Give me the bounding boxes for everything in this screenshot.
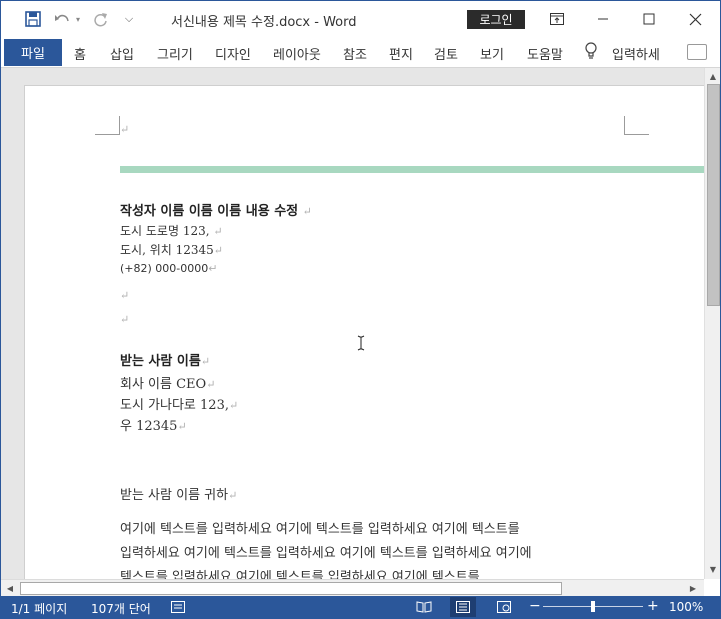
save-icon[interactable] xyxy=(23,9,43,29)
sender-name: 작성자 이름 이름 이름 내용 수정 ↵ xyxy=(120,204,312,219)
document-title: 서신내용 제목 수정.docx - Word xyxy=(171,15,357,30)
word-window: ▾ ⌵ 서신내용 제목 수정.docx - Word 로그인 파일 홈 삽입 그… xyxy=(0,0,721,619)
undo-icon[interactable] xyxy=(53,9,71,29)
vertical-scrollbar[interactable]: ▲ ▼ xyxy=(704,68,720,579)
tab-help[interactable]: 도움말 xyxy=(527,44,563,63)
tab-layout[interactable]: 레이아웃 xyxy=(273,44,321,63)
document-page[interactable]: ↵ 작성자 이름 이름 이름 내용 수정 ↵ 도시 도로명 123, ↵ 도시,… xyxy=(24,85,704,579)
body-line-1: 여기에 텍스트를 입력하세요 여기에 텍스트를 입력하세요 여기에 텍스트를 xyxy=(120,522,520,537)
zoom-in-button[interactable]: + xyxy=(647,598,659,614)
ribbon-display-options-icon[interactable] xyxy=(537,7,577,31)
margin-mark-right xyxy=(624,116,649,135)
tab-mailings[interactable]: 편지 xyxy=(389,44,413,63)
paragraph-mark: ↵ xyxy=(120,289,130,302)
minimize-icon[interactable] xyxy=(583,7,623,31)
customize-qat-icon[interactable]: ⌵ xyxy=(121,9,137,29)
horizontal-scrollbar[interactable]: ◀ ▶ xyxy=(1,579,704,596)
page-count[interactable]: 1/1 페이지 xyxy=(11,600,67,617)
body-line-2: 입력하세요 여기에 텍스트를 입력하세요 여기에 텍스트를 입력하세요 여기에 xyxy=(120,546,532,561)
tab-view[interactable]: 보기 xyxy=(480,44,504,63)
text-cursor-icon xyxy=(357,335,365,351)
scroll-down-icon[interactable]: ▼ xyxy=(706,562,720,576)
login-button[interactable]: 로그인 xyxy=(467,10,525,29)
scroll-left-icon[interactable]: ◀ xyxy=(3,581,17,595)
sender-phone: (+82) 000-0000↵ xyxy=(120,262,218,275)
paragraph-mark: ↵ xyxy=(120,123,130,136)
margin-mark-left xyxy=(95,116,120,135)
status-bar: 1/1 페이지 107개 단어 − + 100% xyxy=(1,596,720,618)
sender-address-line1: 도시 도로명 123, ↵ xyxy=(120,224,223,238)
body-line-3: 텍스트를 입력하세요 여기에 텍스트를 입력하세요 여기에 텍스트를 xyxy=(120,570,480,579)
recipient-address-line1: 도시 가나다로 123,↵ xyxy=(120,398,239,413)
header-accent-bar xyxy=(120,166,704,173)
salutation: 받는 사람 이름 귀하↵ xyxy=(120,488,238,503)
title-bar: ▾ ⌵ 서신내용 제목 수정.docx - Word 로그인 xyxy=(1,1,720,37)
close-icon[interactable] xyxy=(675,7,715,31)
redo-icon[interactable] xyxy=(91,9,109,29)
recipient-heading: 받는 사람 이름↵ xyxy=(120,354,211,369)
ribbon-tabs: 파일 홈 삽입 그리기 디자인 레이아웃 참조 편지 검토 보기 도움말 입력하… xyxy=(1,37,720,68)
lightbulb-icon[interactable] xyxy=(584,42,598,60)
zoom-out-button[interactable]: − xyxy=(529,598,541,614)
recipient-postal: 우 12345↵ xyxy=(120,419,187,434)
tab-review[interactable]: 검토 xyxy=(434,44,458,63)
tab-references[interactable]: 참조 xyxy=(343,44,367,63)
comments-icon[interactable] xyxy=(687,44,707,60)
maximize-icon[interactable] xyxy=(629,7,669,31)
proofing-icon[interactable] xyxy=(165,597,191,617)
recipient-company: 회사 이름 CEO↵ xyxy=(120,377,216,392)
sender-address-line2: 도시, 위치 12345↵ xyxy=(120,243,223,257)
tab-home[interactable]: 홈 xyxy=(74,44,86,63)
read-mode-icon[interactable] xyxy=(411,597,437,617)
zoom-level[interactable]: 100% xyxy=(669,600,703,614)
horizontal-scroll-thumb[interactable] xyxy=(20,582,562,595)
word-count[interactable]: 107개 단어 xyxy=(91,600,151,617)
vertical-scroll-thumb[interactable] xyxy=(707,84,720,306)
document-canvas: ↵ 작성자 이름 이름 이름 내용 수정 ↵ 도시 도로명 123, ↵ 도시,… xyxy=(1,68,704,579)
zoom-slider-thumb[interactable] xyxy=(591,601,595,612)
web-layout-icon[interactable] xyxy=(491,597,517,617)
tab-insert[interactable]: 삽입 xyxy=(110,44,134,63)
tab-design[interactable]: 디자인 xyxy=(215,44,251,63)
tell-me-search[interactable]: 입력하세 xyxy=(612,44,660,63)
print-layout-icon[interactable] xyxy=(450,597,476,617)
paragraph-mark: ↵ xyxy=(120,313,130,326)
scroll-up-icon[interactable]: ▲ xyxy=(706,69,720,83)
tab-file[interactable]: 파일 xyxy=(4,39,62,66)
tab-draw[interactable]: 그리기 xyxy=(157,44,193,63)
undo-dropdown-icon[interactable]: ▾ xyxy=(73,9,83,29)
scroll-right-icon[interactable]: ▶ xyxy=(686,581,700,595)
